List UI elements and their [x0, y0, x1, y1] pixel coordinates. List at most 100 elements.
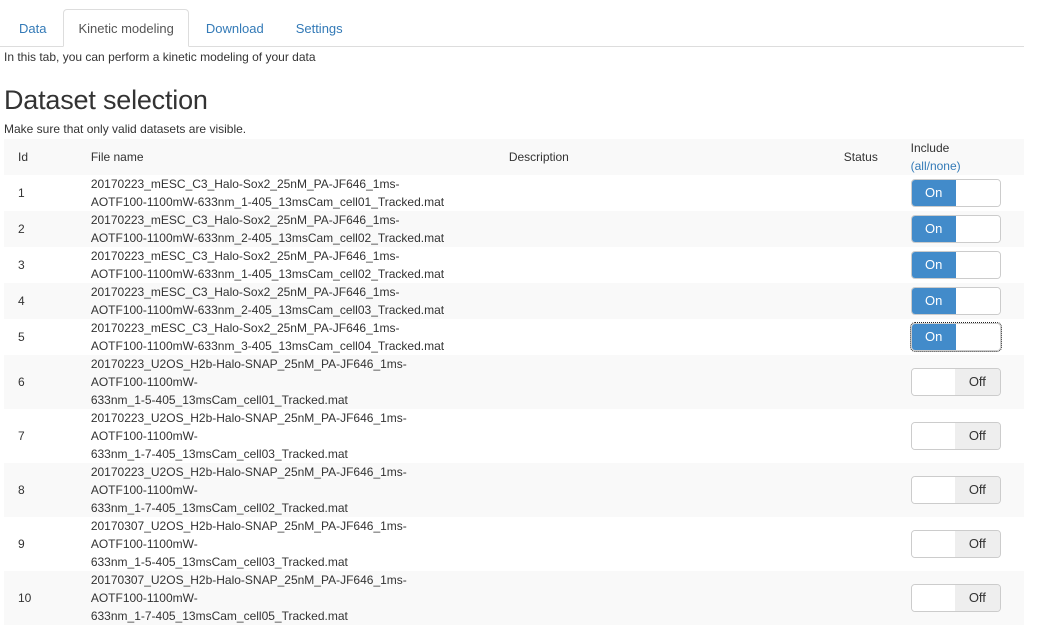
- cell-file-name: 20170223_U2OS_H2b-Halo-SNAP_25nM_PA-JF64…: [77, 355, 495, 409]
- header-id: Id: [18, 150, 29, 164]
- toggle-handle: [955, 288, 1000, 314]
- table-row: 6 20170223_U2OS_H2b-Halo-SNAP_25nM_PA-JF6…: [4, 355, 1024, 409]
- cell-id: 10: [18, 591, 32, 605]
- tab-bar: Data Kinetic modeling Download Settings: [0, 0, 1024, 47]
- cell-id: 4: [18, 294, 25, 308]
- cell-status: [830, 409, 909, 463]
- toggle-handle: [911, 477, 956, 503]
- cell-status: [830, 355, 909, 409]
- cell-description: [495, 517, 830, 571]
- table-row: 10 20170307_U2OS_H2b-Halo-SNAP_25nM_PA-JF…: [4, 571, 1024, 625]
- cell-id: 7: [18, 429, 25, 443]
- include-toggle[interactable]: On: [910, 287, 1001, 315]
- intro-text: In this tab, you can perform a kinetic m…: [4, 50, 316, 64]
- table-body: 1 20170223_mESC_C3_Halo-Sox2_25nM_PA-JF64…: [4, 175, 1024, 625]
- file-name-line: AOTF100-1100mW-633nm_1-405_13msCam_cell0…: [90, 195, 445, 209]
- file-name-line: 20170223_U2OS_H2b-Halo-SNAP_25nM_PA-JF64…: [90, 411, 407, 425]
- toggle-on-label: On: [911, 180, 956, 206]
- cell-file-name: 20170307_U2OS_H2b-Halo-SNAP_25nM_PA-JF64…: [77, 517, 495, 571]
- toggle-on-label: On: [911, 216, 956, 242]
- file-name-line: 633nm_1-7-405_13msCam_cell03_Tracked.mat: [90, 447, 348, 461]
- file-name-line: AOTF100-1100mW-: [90, 429, 198, 443]
- cell-include: On: [909, 211, 1024, 247]
- header-description: Description: [508, 150, 569, 164]
- tab-download[interactable]: Download: [191, 9, 279, 47]
- toggle-on-label: On: [911, 324, 956, 350]
- include-toggle[interactable]: On: [910, 251, 1001, 279]
- cell-id: 3: [18, 258, 25, 272]
- file-name-line: 20170223_mESC_C3_Halo-Sox2_25nM_PA-JF646…: [90, 321, 400, 335]
- tab-kinetic-modeling[interactable]: Kinetic modeling: [63, 9, 189, 47]
- file-name-line: AOTF100-1100mW-633nm_2-405_13msCam_cell0…: [90, 231, 445, 245]
- file-name-line: 633nm_1-7-405_13msCam_cell02_Tracked.mat: [90, 501, 348, 515]
- cell-description: [495, 211, 830, 247]
- cell-file-name: 20170223_U2OS_H2b-Halo-SNAP_25nM_PA-JF64…: [77, 463, 495, 517]
- cell-status: [830, 463, 909, 517]
- header-file-name: File name: [90, 150, 144, 164]
- include-toggle[interactable]: Off: [910, 422, 1001, 450]
- cell-file-name: 20170223_U2OS_H2b-Halo-SNAP_25nM_PA-JF64…: [77, 409, 495, 463]
- cell-status: [830, 319, 909, 355]
- cell-include: Off: [909, 355, 1024, 409]
- all-none-link[interactable]: (all/none): [911, 157, 1010, 175]
- include-toggle[interactable]: Off: [910, 584, 1001, 612]
- cell-file-name: 20170223_mESC_C3_Halo-Sox2_25nM_PA-JF646…: [77, 283, 495, 319]
- cell-file-name: 20170307_U2OS_H2b-Halo-SNAP_25nM_PA-JF64…: [77, 571, 495, 625]
- file-name-line: 20170223_mESC_C3_Halo-Sox2_25nM_PA-JF646…: [90, 249, 400, 263]
- file-name-line: AOTF100-1100mW-633nm_3-405_13msCam_cell0…: [90, 339, 445, 353]
- cell-file-name: 20170223_mESC_C3_Halo-Sox2_25nM_PA-JF646…: [77, 175, 495, 211]
- cell-id: 8: [18, 483, 25, 497]
- file-name-line: 20170223_mESC_C3_Halo-Sox2_25nM_PA-JF646…: [90, 177, 400, 191]
- toggle-on-label: On: [911, 252, 956, 278]
- toggle-handle: [911, 585, 956, 611]
- file-name-line: AOTF100-1100mW-633nm_1-405_13msCam_cell0…: [90, 267, 445, 281]
- toggle-handle: [911, 369, 956, 395]
- include-toggle[interactable]: On: [910, 179, 1001, 207]
- cell-include: Off: [909, 517, 1024, 571]
- cell-description: [495, 355, 830, 409]
- cell-id: 9: [18, 537, 25, 551]
- toggle-handle: [911, 531, 956, 557]
- cell-status: [830, 211, 909, 247]
- toggle-off-label: Off: [955, 477, 1000, 503]
- table-row: 7 20170223_U2OS_H2b-Halo-SNAP_25nM_PA-JF6…: [4, 409, 1024, 463]
- toggle-handle: [955, 180, 1000, 206]
- cell-file-name: 20170223_mESC_C3_Halo-Sox2_25nM_PA-JF646…: [77, 247, 495, 283]
- include-toggle[interactable]: On: [910, 215, 1001, 243]
- toggle-handle: [955, 324, 1000, 350]
- include-toggle[interactable]: On: [909, 322, 1002, 352]
- table-row: 8 20170223_U2OS_H2b-Halo-SNAP_25nM_PA-JF6…: [4, 463, 1024, 517]
- file-name-line: 20170223_U2OS_H2b-Halo-SNAP_25nM_PA-JF64…: [90, 357, 407, 371]
- table-row: 9 20170307_U2OS_H2b-Halo-SNAP_25nM_PA-JF6…: [4, 517, 1024, 571]
- tab-data[interactable]: Data: [4, 9, 61, 47]
- file-name-line: AOTF100-1100mW-: [90, 591, 198, 605]
- cell-status: [830, 517, 909, 571]
- table-header-row: Id File name Description Status Include …: [4, 139, 1024, 175]
- cell-id: 5: [18, 330, 25, 344]
- toggle-off-label: Off: [955, 369, 1000, 395]
- toggle-on-label: On: [911, 288, 956, 314]
- cell-include: On: [909, 247, 1024, 283]
- cell-status: [830, 175, 909, 211]
- cell-id: 2: [18, 222, 25, 236]
- tab-settings[interactable]: Settings: [281, 9, 358, 47]
- include-toggle[interactable]: Off: [910, 368, 1001, 396]
- file-name-line: 20170223_mESC_C3_Halo-Sox2_25nM_PA-JF646…: [90, 213, 400, 227]
- toggle-off-label: Off: [955, 531, 1000, 557]
- file-name-line: AOTF100-1100mW-633nm_2-405_13msCam_cell0…: [90, 303, 445, 317]
- include-toggle[interactable]: Off: [910, 476, 1001, 504]
- cell-description: [495, 571, 830, 625]
- cell-status: [830, 247, 909, 283]
- file-name-line: 633nm_1-5-405_13msCam_cell01_Tracked.mat: [90, 393, 348, 407]
- cell-description: [495, 319, 830, 355]
- file-name-line: 20170223_U2OS_H2b-Halo-SNAP_25nM_PA-JF64…: [90, 465, 407, 479]
- cell-description: [495, 463, 830, 517]
- cell-id: 6: [18, 375, 25, 389]
- table-row: 2 20170223_mESC_C3_Halo-Sox2_25nM_PA-JF64…: [4, 211, 1024, 247]
- table-row: 1 20170223_mESC_C3_Halo-Sox2_25nM_PA-JF64…: [4, 175, 1024, 211]
- include-toggle[interactable]: Off: [910, 530, 1001, 558]
- file-name-line: 633nm_1-5-405_13msCam_cell03_Tracked.mat: [90, 555, 348, 569]
- table-row: 3 20170223_mESC_C3_Halo-Sox2_25nM_PA-JF64…: [4, 247, 1024, 283]
- cell-include: On: [909, 175, 1024, 211]
- file-name-line: AOTF100-1100mW-: [90, 375, 198, 389]
